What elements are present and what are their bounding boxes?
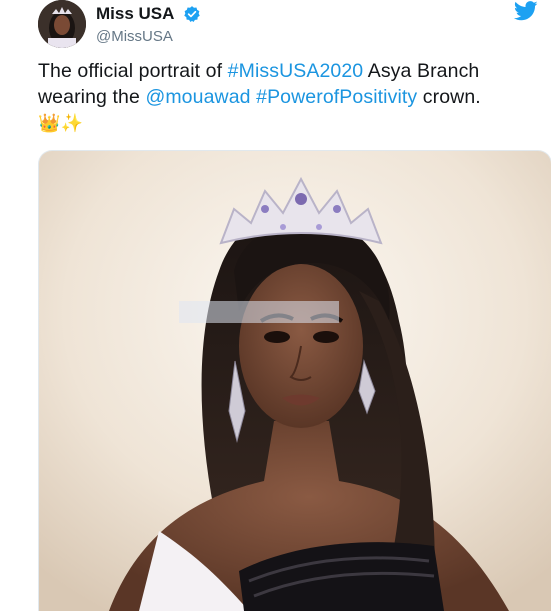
avatar[interactable] [38,0,86,48]
hashtag-link[interactable]: #MissUSA2020 [228,60,364,82]
emoji-row: 👑✨ [38,111,543,135]
account-names: Miss USA @MissUSA [96,4,201,47]
tweet-photo[interactable] [38,150,551,611]
mention-link[interactable]: @mouawad [145,86,250,108]
tweet-text-segment: The official portrait of [38,60,228,82]
tweet-body: The official portrait of #MissUSA2020 As… [38,58,543,110]
crown-emoji-icon: 👑 [38,113,61,133]
verified-badge-icon [183,5,201,23]
tweet-card: Miss USA @MissUSA The official portrait … [0,0,551,611]
tweet-text: The official portrait of #MissUSA2020 As… [38,58,543,135]
sparkles-emoji-icon: ✨ [60,113,84,133]
tweet-text-segment: crown. [417,86,481,108]
account-handle[interactable]: @MissUSA [96,27,201,47]
twitter-bird-icon[interactable] [513,0,538,22]
tweet-header: Miss USA @MissUSA [38,0,538,48]
display-name[interactable]: Miss USA [96,4,174,24]
hashtag-link[interactable]: #PowerofPositivity [256,86,417,108]
portrait-photo [39,151,551,611]
